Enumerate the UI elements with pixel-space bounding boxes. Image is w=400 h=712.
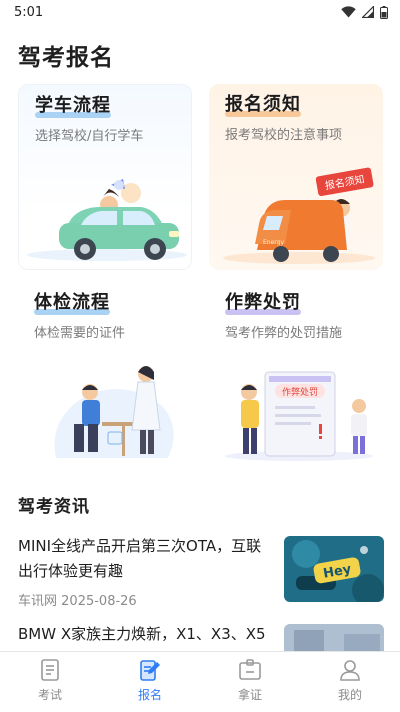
news-title: BMW X家族主力焕新，X1、X3、X5 [18,625,266,643]
signal-icon [362,6,374,18]
card-subtitle: 驾考作弊的处罚措施 [225,326,343,341]
license-id-icon [239,659,261,680]
card-learn-driving-process[interactable]: 学车流程 选择驾校/自行学车 [18,84,192,270]
news-item[interactable]: BMW X家族主力焕新，X1、X3、X5 [18,622,384,652]
wifi-icon [341,6,356,18]
status-time: 5:01 [14,4,44,20]
svg-text:Energy: Energy [263,239,284,246]
news-item[interactable]: MINI全线产品开启第三次OTA，互联出行体验更有趣 车讯网 2025-08-2… [18,534,384,614]
news-source: 车讯网 [18,594,58,609]
status-bar: 5:01 [0,0,400,24]
car-with-person-illustration [27,179,187,261]
card-medical-exam-process[interactable]: 体检流程 体检需要的证件 [18,282,192,468]
news-thumbnail [284,624,384,652]
card-subtitle: 体检需要的证件 [34,326,126,341]
user-profile-icon [340,660,360,681]
news-section-title: 驾考资讯 [18,497,90,517]
card-title: 作弊处罚 [225,292,301,315]
truck-with-sign-illustration: 报名须知 Energy [223,167,375,264]
bottom-tab-bar: 考试 报名 拿证 我的 [0,651,400,712]
tab-exam[interactable]: 考试 [0,652,100,712]
card-subtitle: 选择驾校/自行学车 [35,129,144,144]
status-icons [341,5,388,19]
card-subtitle: 报考驾校的注意事项 [225,128,343,143]
card-cheating-penalty[interactable]: 作弊处罚 驾考作弊的处罚措施 作弊处罚 [209,282,383,468]
card-signup-notice[interactable]: 报名须知 报考驾校的注意事项 报名须知 Energy [209,84,383,270]
news-thumbnail: Hey [284,536,384,602]
tab-label: 拿证 [237,688,262,702]
news-title: MINI全线产品开启第三次OTA，互联出行体验更有趣 [18,537,262,580]
tab-profile[interactable]: 我的 [300,652,400,712]
signup-edit-icon [140,660,160,681]
news-date: 2025-08-26 [61,594,137,609]
card-title: 学车流程 [35,95,111,118]
battery-icon [380,5,388,19]
tab-signup[interactable]: 报名 [100,652,200,712]
exam-paper-icon [41,659,59,681]
tab-license[interactable]: 拿证 [200,652,300,712]
tab-label: 我的 [337,688,362,702]
doctor-exam-illustration [54,366,174,458]
page-title: 驾考报名 [18,45,114,71]
tab-label: 报名 [137,688,162,702]
tab-label: 考试 [37,688,62,702]
card-title: 体检流程 [34,292,110,315]
penalty-board-illustration: 作弊处罚 [225,371,373,461]
card-title: 报名须知 [225,94,301,117]
news-meta: 车讯网 2025-08-26 [18,590,137,609]
board-text: 作弊处罚 [282,386,318,398]
